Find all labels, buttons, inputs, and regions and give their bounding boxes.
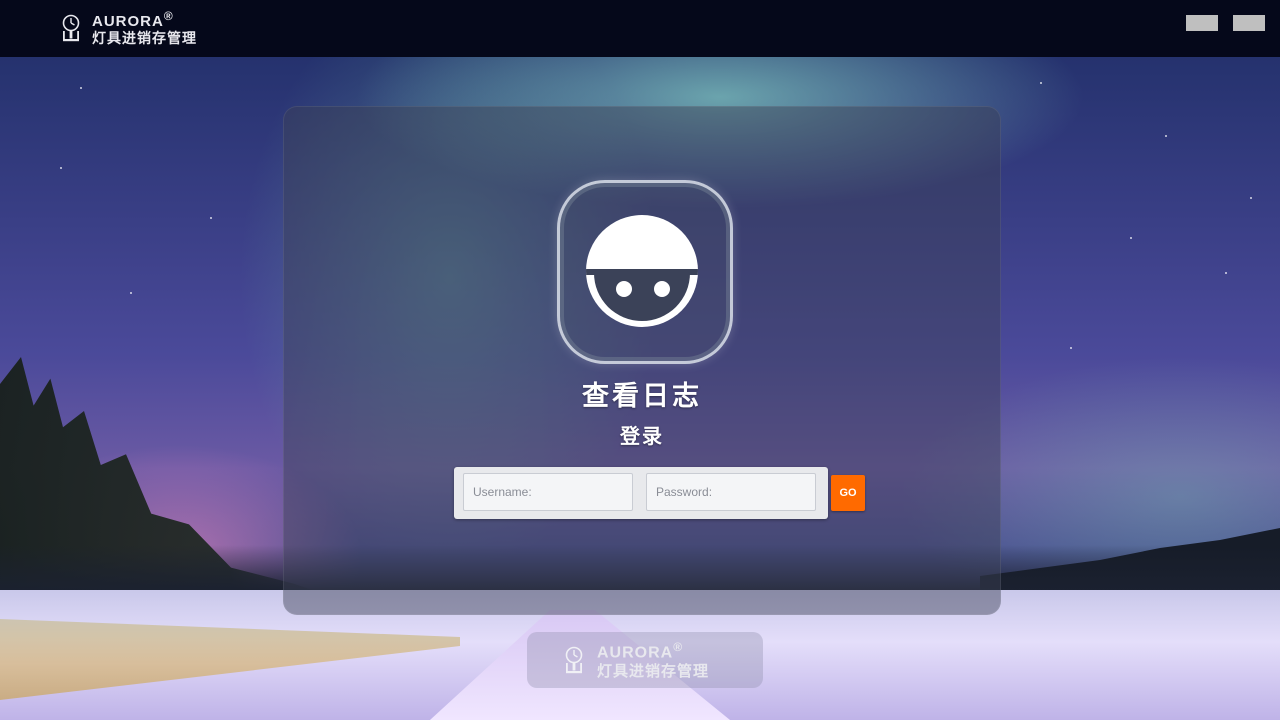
lamp-logo-icon [60,13,82,43]
brand-text: AURORA® 灯具进销存管理 [92,10,197,46]
go-button[interactable]: GO [831,475,865,511]
header-brand[interactable]: AURORA® 灯具进销存管理 [60,8,197,48]
top-bar: AURORA® 灯具进销存管理 [0,0,1280,57]
login-form [454,467,828,519]
footer-brand-subtitle: 灯具进销存管理 [597,662,710,681]
header-button-1[interactable] [1186,15,1218,31]
footer-brand: AURORA® 灯具进销存管理 [527,632,763,688]
page-title: 查看日志 [582,381,702,412]
lamp-logo-icon [563,645,585,675]
footer-brand-name: AURORA® [597,639,684,662]
login-card: 查看日志 登录 GO [283,106,1001,615]
avatar-frame [557,180,733,364]
brand-name: AURORA® [92,9,174,30]
header-button-2[interactable] [1233,15,1265,31]
user-avatar-icon [586,215,698,327]
footer-brand-text: AURORA® 灯具进销存管理 [597,641,709,679]
username-input[interactable] [463,473,633,511]
brand-subtitle: 灯具进销存管理 [92,31,197,47]
password-input[interactable] [646,473,816,511]
login-subtitle: 登录 [620,424,664,448]
